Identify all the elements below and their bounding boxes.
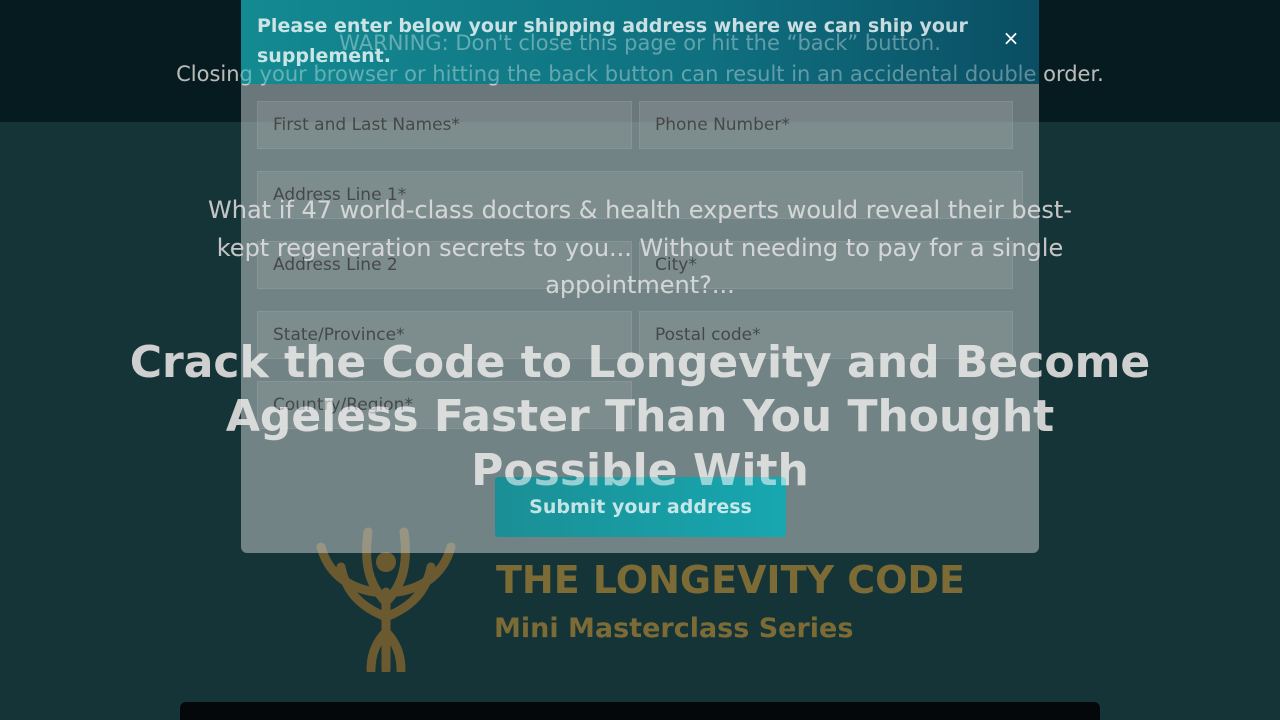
modal-title: Please enter below your shipping address… <box>257 15 968 67</box>
shipping-address-modal: Please enter below your shipping address… <box>241 0 1039 553</box>
phone-field[interactable] <box>639 101 1013 149</box>
address-line1-field[interactable] <box>257 171 1023 219</box>
country-field[interactable] <box>257 381 632 429</box>
name-field[interactable] <box>257 101 632 149</box>
postal-code-field[interactable] <box>639 311 1013 359</box>
city-field[interactable] <box>639 241 1013 289</box>
close-icon[interactable]: × <box>999 26 1023 50</box>
submit-address-button[interactable]: Submit your address <box>495 477 786 537</box>
address-line2-field[interactable] <box>257 241 632 289</box>
modal-header: Please enter below your shipping address… <box>241 0 1039 84</box>
state-field[interactable] <box>257 311 632 359</box>
